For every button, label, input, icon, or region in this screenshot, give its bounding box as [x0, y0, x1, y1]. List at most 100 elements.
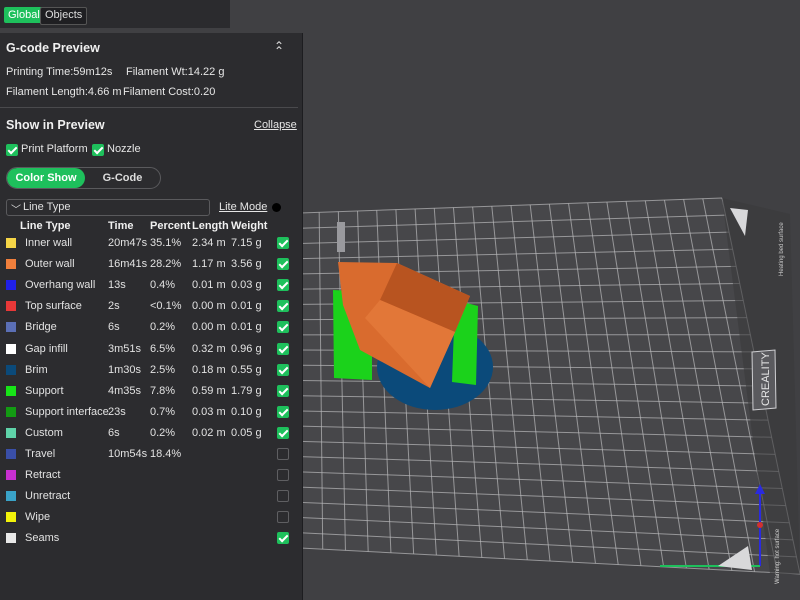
- header-length: Length: [192, 220, 229, 232]
- tab-global[interactable]: Global: [4, 7, 44, 23]
- print-platform-checkbox[interactable]: [6, 144, 18, 156]
- color-swatch: [6, 280, 16, 291]
- table-row: Travel 10m54s 18.4%: [0, 445, 300, 466]
- line-percent: 6.5%: [150, 342, 176, 355]
- line-time: 4m35s: [108, 384, 142, 397]
- line-percent: 35.1%: [150, 237, 182, 249]
- line-length: 0.32 m: [192, 342, 226, 355]
- print-platform-label: Print Platform: [21, 143, 88, 155]
- line-type-name: Brim: [25, 363, 48, 376]
- color-swatch: [6, 406, 16, 417]
- visibility-checkbox[interactable]: [277, 426, 289, 439]
- color-swatch: [6, 322, 16, 333]
- tab-objects[interactable]: Objects: [40, 7, 88, 25]
- double-chevron-up-icon-lower: ⌃: [274, 44, 285, 58]
- table-row: Overhang wall 13s 0.4% 0.01 m 0.03 g: [0, 276, 300, 297]
- table-row: Inner wall 20m47s 35.1% 2.34 m 7.15 g: [0, 234, 300, 255]
- collapse-link[interactable]: Collapse: [254, 119, 297, 131]
- color-swatch: [6, 343, 16, 354]
- line-percent: 0.4%: [150, 279, 176, 292]
- line-percent: 0.2%: [150, 321, 176, 334]
- nozzle-label: Nozzle: [107, 143, 141, 155]
- line-percent: 0.7%: [150, 405, 176, 418]
- line-weight: 7.15 g: [231, 237, 262, 249]
- line-type-name: Custom: [25, 426, 63, 439]
- line-type-name: Bridge: [25, 321, 57, 334]
- gcode-preview-panel: G-code Preview ⌃ ⌃ Printing Time:59m12s …: [0, 33, 303, 600]
- line-weight: 0.01 g: [231, 321, 262, 334]
- heating-bed-text: Heating bed surface: [779, 222, 785, 276]
- gcode-button[interactable]: G-Code: [85, 168, 160, 188]
- visibility-checkbox[interactable]: [277, 490, 289, 503]
- visibility-checkbox[interactable]: [277, 448, 289, 460]
- header-weight: Weight: [231, 220, 268, 232]
- line-type-dropdown[interactable]: ﹀ Line Type: [6, 199, 210, 216]
- line-time: 13s: [108, 279, 126, 292]
- visibility-checkbox[interactable]: [277, 258, 289, 271]
- header-time: Time: [108, 220, 134, 232]
- line-length: 2.34 m: [192, 237, 226, 249]
- lite-mode-toggle[interactable]: [272, 203, 281, 212]
- visibility-checkbox[interactable]: [277, 363, 289, 376]
- line-length: 0.03 m: [192, 405, 226, 418]
- color-swatch: [6, 385, 16, 396]
- visibility-checkbox[interactable]: [277, 342, 289, 355]
- line-type-name: Support: [25, 384, 64, 397]
- line-length: 0.59 m: [192, 384, 226, 397]
- line-length: 0.18 m: [192, 363, 226, 376]
- line-type-name: Inner wall: [25, 237, 73, 249]
- color-swatch: [6, 449, 16, 459]
- color-swatch: [6, 427, 16, 438]
- visibility-checkbox[interactable]: [277, 511, 289, 524]
- top-tab-strip: Global Objects: [0, 0, 230, 28]
- visibility-checkbox[interactable]: [277, 237, 289, 249]
- line-type-name: Wipe: [25, 511, 51, 524]
- filament-length: Filament Length:4.66 m: [6, 86, 122, 98]
- line-weight: 0.96 g: [231, 342, 262, 355]
- gcode-preview-title: G-code Preview: [6, 41, 100, 55]
- visibility-checkbox[interactable]: [277, 469, 289, 482]
- line-time: 6s: [108, 321, 120, 334]
- line-time: 3m51s: [108, 342, 142, 355]
- line-time: 20m47s: [108, 237, 148, 249]
- line-weight: 0.03 g: [231, 279, 262, 292]
- line-time: 6s: [108, 426, 120, 439]
- visibility-checkbox[interactable]: [277, 279, 289, 292]
- line-weight: 0.01 g: [231, 300, 262, 313]
- line-type-dropdown-value: Line Type: [23, 201, 71, 213]
- line-time: 23s: [108, 405, 126, 418]
- line-percent: 7.8%: [150, 384, 176, 397]
- line-length: 0.00 m: [192, 300, 226, 313]
- line-weight: 3.56 g: [231, 258, 262, 271]
- line-percent: 28.2%: [150, 258, 182, 271]
- nozzle-checkbox[interactable]: [92, 144, 104, 156]
- line-type-name: Seams: [25, 532, 60, 545]
- line-type-name: Outer wall: [25, 258, 75, 271]
- header-line-type: Line Type: [20, 220, 71, 232]
- table-row: Bridge 6s 0.2% 0.00 m 0.01 g: [0, 318, 300, 339]
- line-length: 1.17 m: [192, 258, 226, 271]
- line-length: 0.02 m: [192, 426, 226, 439]
- color-swatch: [6, 512, 16, 523]
- line-type-name: Unretract: [25, 490, 71, 503]
- line-weight: 0.10 g: [231, 405, 262, 418]
- visibility-checkbox[interactable]: [277, 300, 289, 313]
- table-row: Brim 1m30s 2.5% 0.18 m 0.55 g: [0, 361, 300, 382]
- visibility-checkbox[interactable]: [277, 532, 289, 545]
- line-type-name: Travel: [25, 448, 56, 460]
- visibility-checkbox[interactable]: [277, 321, 289, 334]
- table-row: Gap infill 3m51s 6.5% 0.32 m 0.96 g: [0, 340, 300, 361]
- printing-time: Printing Time:59m12s: [6, 66, 113, 78]
- line-type-name: Overhang wall: [25, 279, 96, 292]
- warning-hot-surface-text: Warning: hot surface: [775, 528, 781, 584]
- visibility-checkbox[interactable]: [277, 384, 289, 397]
- color-show-button[interactable]: Color Show: [7, 168, 85, 188]
- visibility-checkbox[interactable]: [277, 405, 289, 418]
- line-percent: 18.4%: [150, 448, 182, 460]
- table-row: Retract: [0, 466, 300, 487]
- lite-mode-label[interactable]: Lite Mode: [219, 201, 267, 213]
- line-type-name: Support interface: [25, 405, 109, 418]
- line-length: 0.01 m: [192, 279, 226, 292]
- color-swatch: [6, 364, 16, 375]
- view-mode-toggle: Color Show G-Code: [6, 167, 161, 189]
